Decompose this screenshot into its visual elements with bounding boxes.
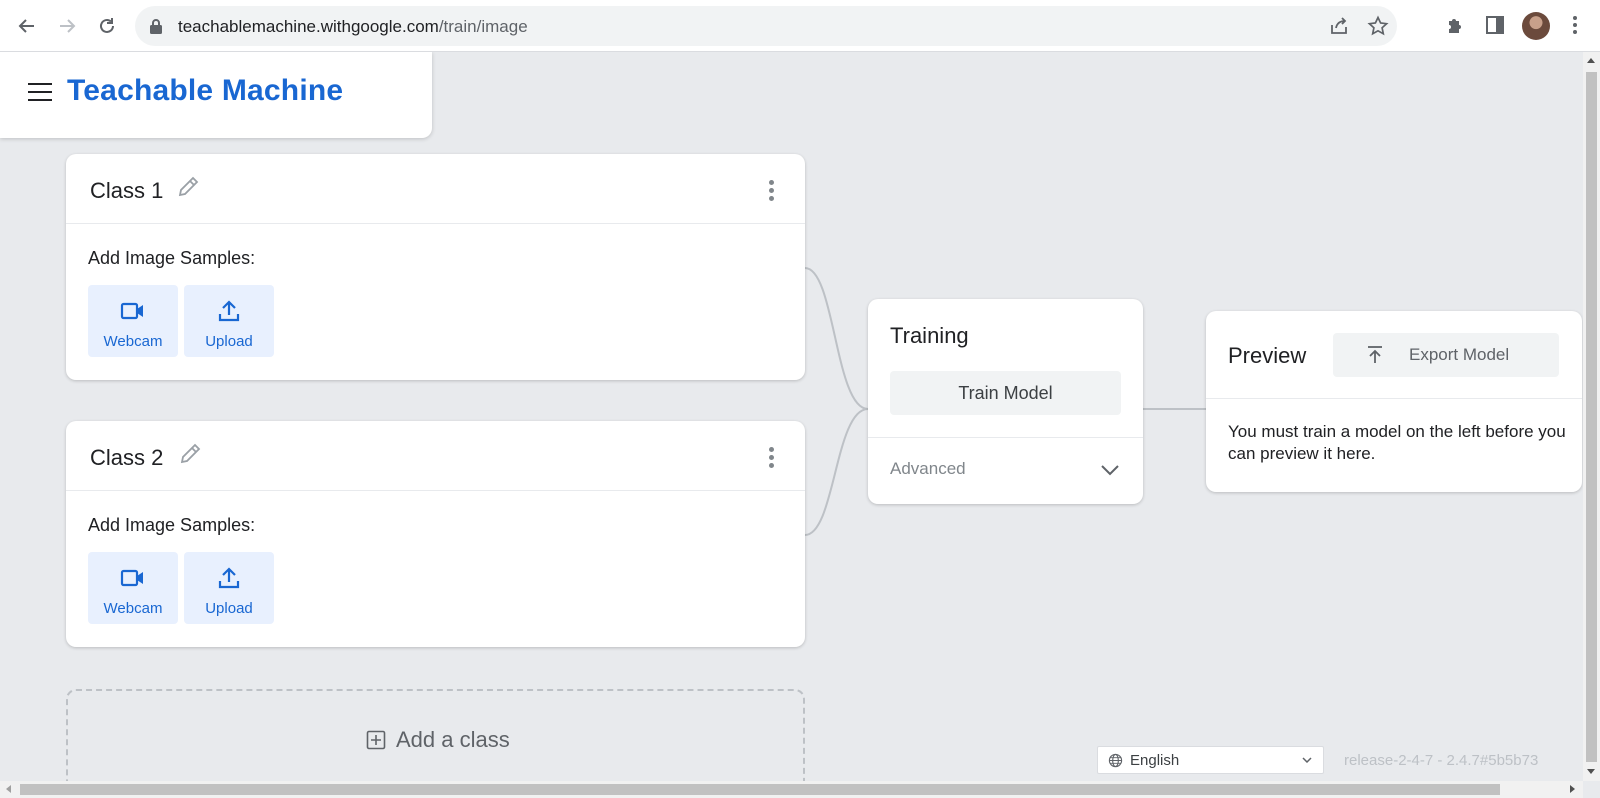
upload-button[interactable]: Upload (184, 285, 274, 357)
upload-icon (218, 567, 240, 589)
language-select[interactable]: English (1097, 746, 1324, 774)
add-class-content: Add a class (366, 727, 510, 753)
hamburger-menu-icon[interactable] (28, 83, 52, 101)
vertical-scrollbar[interactable] (1583, 52, 1600, 781)
lock-icon (150, 19, 162, 34)
upload-label: Upload (205, 600, 253, 617)
app-brand[interactable]: Teachable Machine (67, 74, 343, 108)
chevron-down-icon[interactable] (1099, 459, 1121, 481)
horizontal-scroll-thumb[interactable] (20, 784, 1500, 795)
class-title[interactable]: Class 1 (90, 178, 163, 204)
class-card-header: Class 2 (66, 421, 805, 491)
class-options-kebab-icon[interactable] (769, 180, 775, 202)
language-value: English (1130, 752, 1180, 769)
preview-message: You must train a model on the left befor… (1228, 422, 1566, 463)
video-camera-icon (120, 302, 143, 320)
class-title[interactable]: Class 2 (90, 445, 163, 471)
class-card-1: Class 1 Add Image Samples: Webcam Upload (66, 154, 805, 380)
vertical-scroll-thumb[interactable] (1586, 72, 1597, 762)
profile-avatar[interactable] (1522, 12, 1550, 40)
share-icon[interactable] (1328, 15, 1350, 37)
class-options-kebab-icon[interactable] (769, 447, 775, 469)
forward-button[interactable] (51, 10, 83, 42)
export-upload-icon (1368, 346, 1382, 363)
scroll-down-arrow-icon[interactable] (1587, 769, 1595, 774)
upload-button[interactable]: Upload (184, 552, 274, 624)
upload-label: Upload (205, 333, 253, 350)
scroll-left-arrow-icon[interactable] (6, 785, 11, 793)
extensions-icon[interactable] (1444, 13, 1468, 37)
release-version: release-2-4-7 - 2.4.7#5b5b73 (1344, 752, 1539, 769)
webcam-label: Webcam (103, 600, 163, 617)
preview-title: Preview (1228, 343, 1307, 368)
url-path: /train/image (438, 17, 528, 36)
divider (1206, 398, 1582, 399)
add-samples-label: Add Image Samples: (88, 248, 256, 268)
app-header: Teachable Machine (0, 52, 432, 138)
upload-icon (218, 300, 240, 322)
arrow-right-icon (60, 19, 76, 33)
class-card-2: Class 2 Add Image Samples: Webcam Upload (66, 421, 805, 647)
train-model-button[interactable]: Train Model (890, 371, 1121, 415)
url-host: teachablemachine.withgoogle.com (178, 17, 439, 36)
scroll-right-arrow-icon[interactable] (1570, 785, 1575, 793)
reload-button[interactable] (91, 10, 123, 42)
webcam-button[interactable]: Webcam (88, 552, 178, 624)
edit-pencil-icon[interactable] (177, 441, 203, 467)
add-box-icon (366, 730, 386, 750)
add-samples-label: Add Image Samples: (88, 515, 256, 535)
side-panel-icon[interactable] (1483, 13, 1507, 37)
horizontal-scrollbar[interactable] (0, 781, 1583, 798)
arrow-left-icon (18, 19, 34, 33)
divider (868, 437, 1143, 438)
training-card: Training Train Model Advanced (868, 299, 1143, 504)
url-text: teachablemachine.withgoogle.com/train/im… (178, 17, 528, 37)
browser-menu-icon[interactable] (1563, 13, 1587, 37)
training-title: Training (890, 323, 969, 348)
back-button[interactable] (11, 10, 43, 42)
edit-pencil-icon[interactable] (175, 174, 201, 200)
address-bar[interactable]: teachablemachine.withgoogle.com/train/im… (135, 6, 1397, 46)
add-class-label: Add a class (396, 727, 510, 752)
webcam-label: Webcam (103, 333, 163, 350)
page-content: Teachable Machine Class 1 Add Image Samp… (0, 52, 1583, 781)
video-camera-icon (120, 569, 143, 587)
chevron-down-icon (1302, 757, 1312, 764)
bookmark-star-icon[interactable] (1367, 15, 1389, 37)
add-class-button[interactable]: Add a class (66, 689, 805, 781)
class-card-header: Class 1 (66, 154, 805, 224)
export-model-button[interactable]: Export Model (1333, 333, 1559, 377)
preview-card: Preview Export Model You must train a mo… (1206, 311, 1582, 492)
scroll-up-arrow-icon[interactable] (1587, 58, 1595, 63)
export-model-label: Export Model (1409, 345, 1510, 364)
browser-toolbar: teachablemachine.withgoogle.com/train/im… (0, 0, 1600, 52)
advanced-toggle[interactable]: Advanced (890, 459, 966, 479)
webcam-button[interactable]: Webcam (88, 285, 178, 357)
globe-icon (1108, 753, 1123, 768)
reload-icon (100, 18, 114, 33)
